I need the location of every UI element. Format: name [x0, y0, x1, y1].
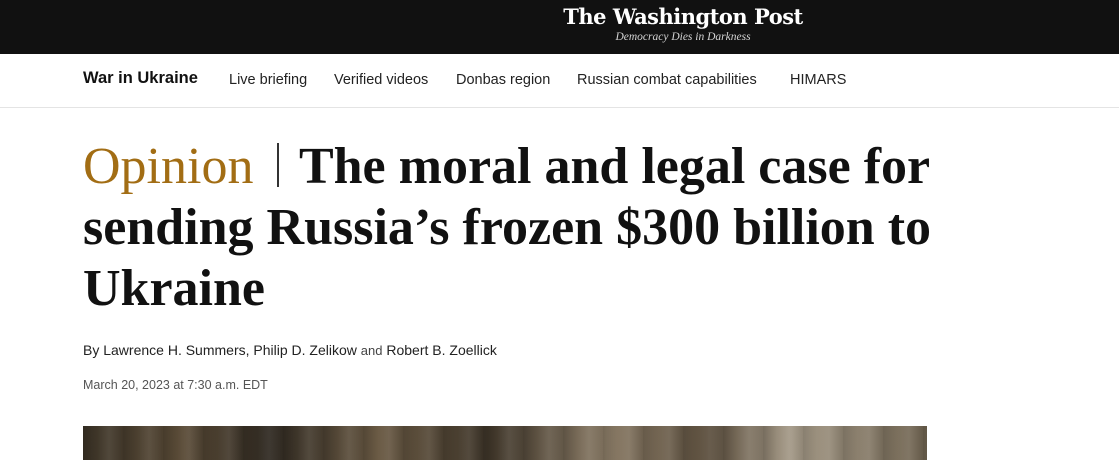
author-link[interactable]: Philip D. Zelikow	[253, 342, 356, 358]
masthead[interactable]: The Washington Post Democracy Dies in Da…	[555, 4, 811, 44]
nav-link-live-briefing[interactable]: Live briefing	[229, 72, 307, 88]
publish-timestamp: March 20, 2023 at 7:30 a.m. EDT	[83, 378, 268, 392]
author-conjunction: and	[360, 343, 383, 358]
lead-photo	[83, 426, 927, 460]
nav-link-donbas-region[interactable]: Donbas region	[456, 72, 550, 88]
author-link[interactable]: Lawrence H. Summers	[103, 342, 245, 358]
site-logo[interactable]: The Washington Post	[555, 4, 811, 30]
kicker-divider	[277, 143, 279, 187]
article-headline: Opinion The moral and legal case for send…	[83, 136, 1043, 319]
opinion-kicker[interactable]: Opinion	[83, 138, 253, 195]
site-tagline: Democracy Dies in Darkness	[615, 31, 751, 43]
nav-link-verified-videos[interactable]: Verified videos	[334, 72, 428, 88]
section-title[interactable]: War in Ukraine	[83, 69, 198, 88]
byline-prefix: By	[83, 342, 100, 358]
nav-link-russian-combat-capabilities[interactable]: Russian combat capabilities	[577, 72, 757, 88]
author-separator: ,	[245, 342, 250, 358]
nav-link-himars[interactable]: HIMARS	[790, 72, 846, 88]
byline: By Lawrence H. Summers, Philip D. Zeliko…	[83, 342, 497, 358]
author-link[interactable]: Robert B. Zoellick	[386, 342, 496, 358]
top-bar: The Washington Post Democracy Dies in Da…	[0, 0, 1119, 54]
section-nav: War in Ukraine Live briefing Verified vi…	[0, 54, 1119, 108]
